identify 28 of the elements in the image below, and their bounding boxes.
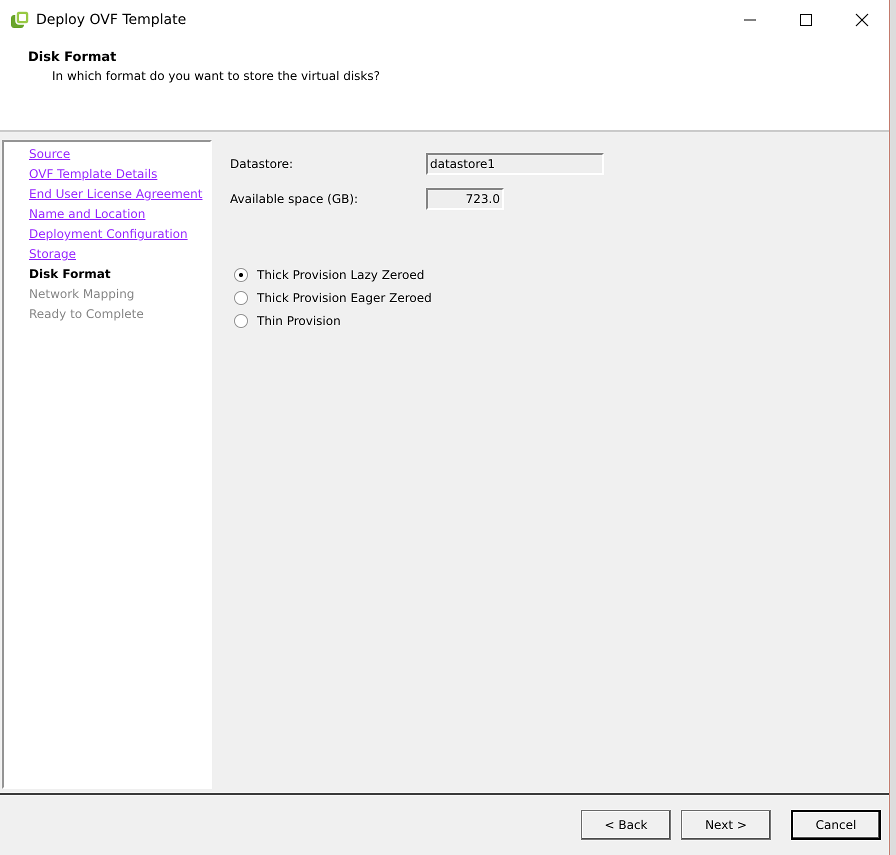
radio-button[interactable]	[234, 314, 248, 328]
radio-option[interactable]: Thick Provision Eager Zeroed	[234, 291, 889, 305]
wizard-button[interactable]: Next >	[681, 810, 771, 840]
step-link[interactable]: OVF Template Details	[29, 164, 158, 184]
wizard-button[interactable]: Cancel	[791, 810, 881, 840]
wizard-button[interactable]: < Back	[581, 810, 671, 840]
close-icon[interactable]	[855, 13, 869, 27]
radio-button[interactable]	[234, 268, 248, 282]
page-title: Disk Format	[28, 50, 118, 65]
field-label: Available space (GB):	[230, 192, 360, 206]
readonly-field: 723.0	[426, 188, 504, 210]
step-link[interactable]: Source	[29, 144, 70, 164]
radio-option[interactable]: Thin Provision	[234, 314, 889, 328]
readonly-field: datastore1	[426, 152, 604, 174]
step-link[interactable]: End User License Agreement	[29, 184, 202, 204]
step-link[interactable]: Name and Location	[29, 204, 146, 224]
page-subtitle: In which format do you want to store the virtual disks?	[51, 69, 382, 83]
step-label: Ready to Complete	[29, 306, 144, 323]
step-link[interactable]: Storage	[29, 244, 76, 264]
field-label: Datastore:	[230, 156, 294, 170]
window-title: Deploy OVF Template	[36, 12, 186, 28]
step-label: Disk Format	[29, 266, 111, 283]
radio-button[interactable]	[234, 291, 248, 305]
maximize-icon[interactable]	[799, 13, 813, 27]
radio-option[interactable]: Thick Provision Lazy Zeroed	[234, 268, 889, 282]
step-link[interactable]: Deployment Configuration	[29, 224, 188, 244]
app-logo-icon	[10, 10, 30, 30]
step-label: Network Mapping	[29, 286, 134, 303]
